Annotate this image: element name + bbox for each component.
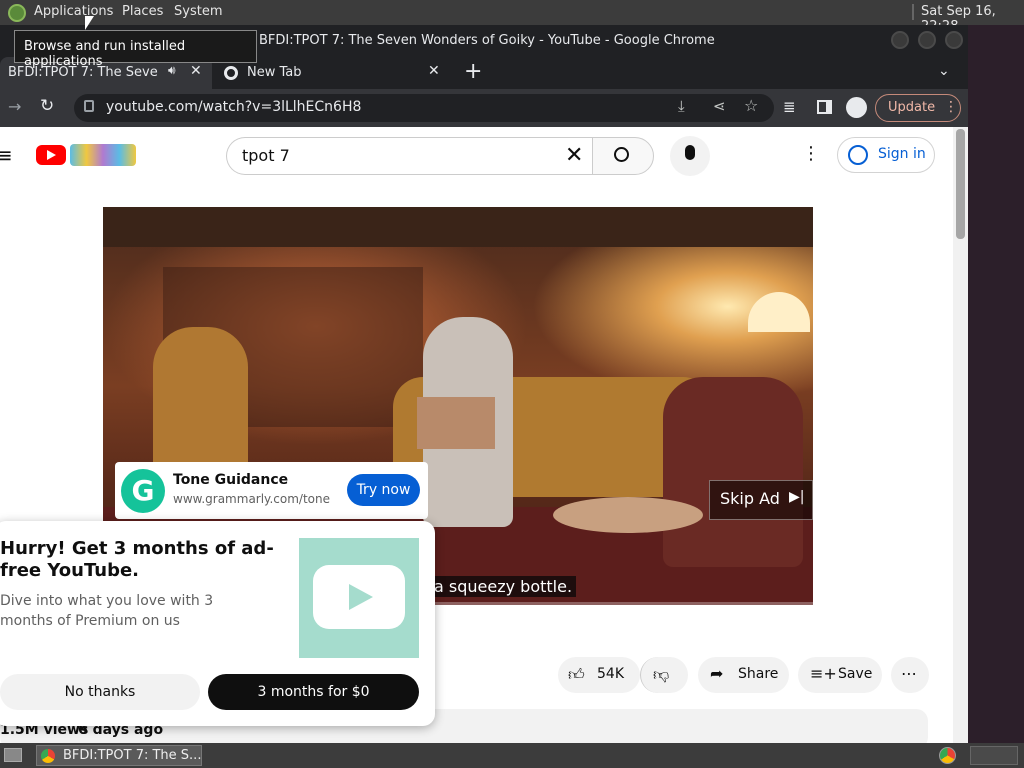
ceiling <box>103 207 813 247</box>
show-desktop-icon[interactable] <box>4 748 22 762</box>
play-triangle-icon <box>349 584 373 610</box>
share-arrow-icon: ➦ <box>710 664 724 683</box>
skip-ad-button[interactable]: Skip Ad ▶| <box>709 480 813 520</box>
settings-kebab-icon[interactable]: ⋮ <box>802 143 820 164</box>
caption-text: a squeezy bottle. <box>430 576 577 597</box>
voice-search-button[interactable] <box>670 136 710 176</box>
person-right <box>663 377 803 567</box>
forward-icon[interactable]: → <box>8 97 21 116</box>
profile-avatar-icon[interactable] <box>846 97 867 118</box>
scrollbar-thumb[interactable] <box>956 129 965 239</box>
skip-ad-label: Skip Ad <box>720 489 780 508</box>
playlist-add-icon: ≡+ <box>810 664 837 683</box>
save-button[interactable]: ≡+ Save <box>798 657 882 693</box>
tooltip-text: Browse and run installed applications <box>24 39 186 69</box>
search-box[interactable]: tpot 7 ✕ <box>226 137 592 175</box>
search-input[interactable]: tpot 7 <box>242 146 290 165</box>
doodle-logo-icon[interactable] <box>70 144 136 166</box>
sign-in-button[interactable]: Sign in <box>837 137 935 173</box>
try-now-button[interactable]: Try now <box>347 474 420 506</box>
reading-list-icon[interactable]: ≣ <box>783 98 796 116</box>
account-icon <box>848 145 868 165</box>
youtube-logo-icon[interactable] <box>36 145 66 165</box>
chrome-icon <box>41 749 55 763</box>
ad-title: Tone Guidance <box>173 472 289 488</box>
tab-search-chevron-icon[interactable]: ⌄ <box>938 63 950 79</box>
hamburger-menu-icon[interactable]: ≡ <box>0 143 13 167</box>
install-icon[interactable]: ⤓ <box>678 97 685 115</box>
play-button-icon <box>313 565 405 629</box>
taskbar-chrome-window[interactable]: BFDI:TPOT 7: The S... <box>36 745 202 766</box>
reload-icon[interactable]: ↻ <box>40 96 54 116</box>
applications-tooltip: Browse and run installed applications <box>14 30 257 69</box>
no-thanks-button[interactable]: No thanks <box>0 674 200 710</box>
share-label: Share <box>738 666 779 682</box>
laptop <box>417 397 495 449</box>
sign-in-label: Sign in <box>878 146 926 162</box>
close-window-button[interactable] <box>945 31 963 49</box>
youtube-page: ≡ tpot 7 ✕ ⋮ Sign in G Tone Guidance www… <box>0 127 968 743</box>
close-tab-icon[interactable]: ✕ <box>428 63 440 79</box>
url-text[interactable]: youtube.com/watch?v=3lLlhECn6H8 <box>106 99 361 115</box>
skip-next-icon: ▶| <box>789 489 805 505</box>
microphone-icon <box>685 145 695 160</box>
share-icon[interactable]: ⋖ <box>713 97 726 115</box>
maximize-button[interactable] <box>918 31 936 49</box>
lock-icon[interactable] <box>84 100 94 112</box>
more-actions-button[interactable]: ⋯ <box>891 657 929 693</box>
search-icon <box>614 147 629 162</box>
panel-separator <box>912 4 914 20</box>
search-button[interactable] <box>592 137 654 175</box>
toolbar: → ↻ youtube.com/watch?v=3lLlhECn6H8 ⤓ ⋖ … <box>0 89 968 127</box>
update-label: Update <box>888 100 936 115</box>
save-label: Save <box>838 666 873 682</box>
play-triangle-icon <box>47 150 56 160</box>
thumbs-up-icon: 👍︎ <box>568 665 585 684</box>
lamp-shade <box>748 292 810 332</box>
taskbar-item-label: BFDI:TPOT 7: The S... <box>63 748 202 763</box>
like-count: 54K <box>597 666 624 682</box>
window-title: BFDI:TPOT 7: The Seven Wonders of Goiky … <box>259 33 715 48</box>
kebab-menu-icon: ⋮ <box>944 99 958 115</box>
dislike-button[interactable]: 👎︎ <box>640 657 688 693</box>
ad-overlay-card[interactable]: G Tone Guidance www.grammarly.com/tone T… <box>115 462 428 519</box>
bookmark-star-icon[interactable]: ☆ <box>744 96 758 115</box>
chrome-tray-icon[interactable] <box>939 747 956 764</box>
like-button[interactable]: 👍︎ 54K <box>558 657 640 693</box>
places-menu[interactable]: Places <box>122 4 163 19</box>
accept-premium-button[interactable]: 3 months for $0 <box>208 674 419 710</box>
grammarly-logo-icon: G <box>121 469 165 513</box>
minimize-button[interactable] <box>891 31 909 49</box>
premium-promo-dialog: Hurry! Get 3 months of ad-free YouTube. … <box>0 521 435 726</box>
workspace-switcher[interactable] <box>970 746 1018 765</box>
new-tab-button[interactable]: + <box>464 59 482 84</box>
desktop-background <box>968 25 1024 743</box>
page-scrollbar[interactable] <box>953 127 968 743</box>
applications-menu[interactable]: Applications <box>34 4 113 19</box>
promo-title: Hurry! Get 3 months of ad-free YouTube. <box>0 538 274 581</box>
system-menu[interactable]: System <box>174 4 222 19</box>
update-button[interactable]: Update ⋮ <box>875 94 961 122</box>
more-horizontal-icon: ⋯ <box>901 664 917 683</box>
top-panel: Applications Places System Sat Sep 16, 2… <box>0 0 1024 34</box>
coffee-table <box>553 497 703 533</box>
omnibox[interactable]: youtube.com/watch?v=3lLlhECn6H8 ⤓ ⋖ ☆ <box>74 94 774 122</box>
promo-body: Dive into what you love with 3 months of… <box>0 593 214 629</box>
ad-url: www.grammarly.com/tone <box>173 492 330 506</box>
youtube-promo-image <box>299 538 419 658</box>
share-button[interactable]: ➦ Share <box>698 657 789 693</box>
gnome-foot-icon[interactable] <box>8 4 26 22</box>
clear-search-icon[interactable]: ✕ <box>565 143 583 168</box>
bottom-taskbar: BFDI:TPOT 7: The S... <box>0 743 1024 768</box>
side-panel-icon[interactable] <box>817 100 832 114</box>
mouse-cursor <box>85 16 94 30</box>
thumbs-down-icon: 👎︎ <box>653 665 670 684</box>
